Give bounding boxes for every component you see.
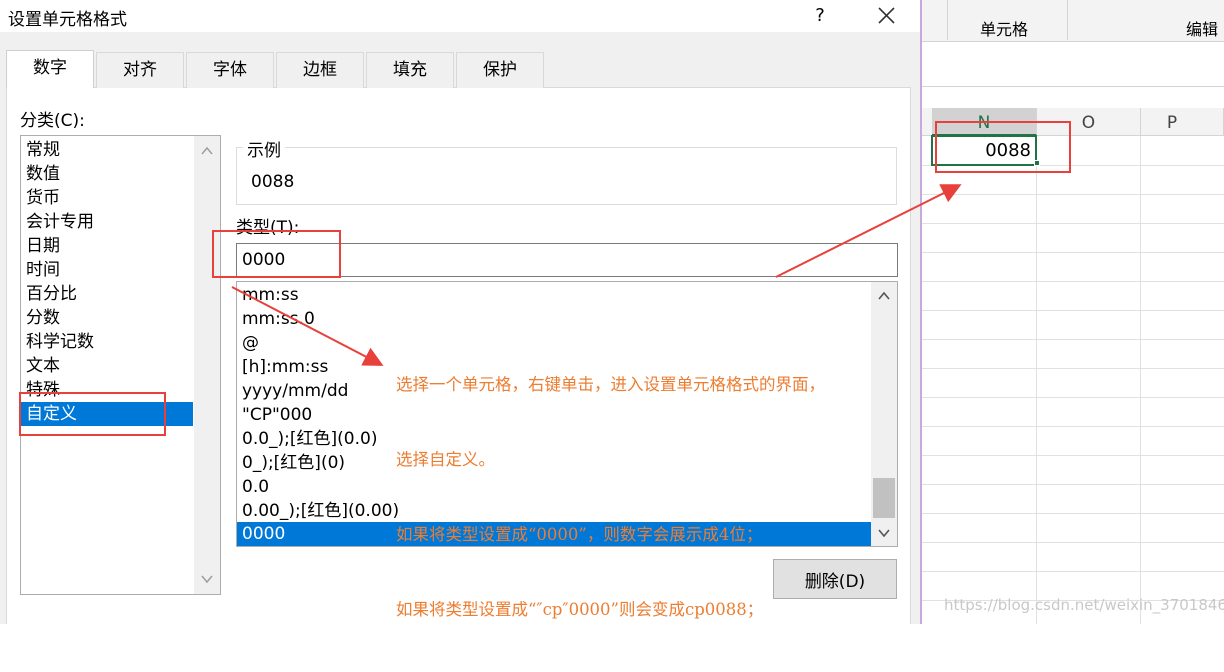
annotation-arrows	[231, 184, 962, 366]
arrow-to-annotation	[231, 286, 384, 366]
arrow-to-cell	[775, 184, 962, 278]
